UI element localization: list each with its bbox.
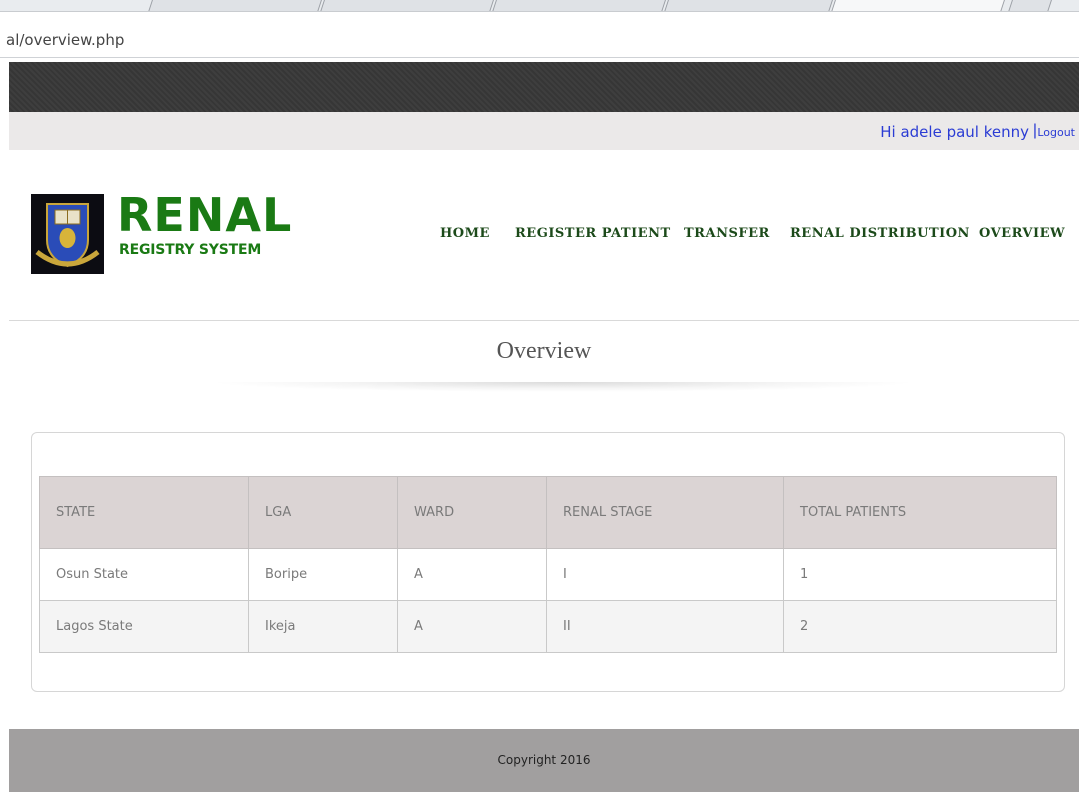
nav-overview[interactable]: OVERVIEW	[979, 226, 1065, 241]
browser-tab-strip	[0, 0, 1079, 12]
cell-ward: A	[397, 600, 547, 653]
browser-tab[interactable]	[664, 0, 833, 11]
browser-tab[interactable]	[320, 0, 494, 11]
cell-state: Lagos State	[39, 600, 249, 653]
header-divider	[9, 320, 1079, 321]
cell-total-patients: 2	[783, 600, 1057, 653]
user-greeting: Hi adele paul kenny	[880, 123, 1029, 141]
copyright-text: Copyright 2016	[497, 753, 591, 767]
header-renal-stage: RENAL STAGE	[546, 476, 784, 549]
nav-renal-distribution[interactable]: RENAL DISTRIBUTION	[790, 226, 970, 241]
url-text[interactable]: al/overview.php	[6, 31, 124, 49]
header-ward: WARD	[397, 476, 547, 549]
main-nav: HOME REGISTER PATIENT TRANSFER RENAL DIS…	[9, 226, 1079, 246]
table-row: Lagos State Ikeja A II 2	[39, 600, 1057, 653]
cell-lga: Boripe	[248, 548, 398, 601]
nav-register-patient[interactable]: REGISTER PATIENT	[515, 226, 671, 241]
new-tab-button[interactable]	[1008, 0, 1052, 11]
browser-tab[interactable]	[492, 0, 666, 11]
table-header-row: STATE LGA WARD RENAL STAGE TOTAL PATIENT…	[39, 476, 1057, 549]
page-title: Overview	[496, 338, 592, 364]
user-bar: Hi adele paul kenny | Logout	[9, 112, 1079, 150]
cell-renal-stage: I	[546, 548, 784, 601]
browser-tab[interactable]	[148, 0, 322, 11]
header-lga: LGA	[248, 476, 398, 549]
overview-table: STATE LGA WARD RENAL STAGE TOTAL PATIENT…	[39, 476, 1057, 653]
title-underline	[207, 382, 919, 392]
address-bar[interactable]: al/overview.php	[0, 12, 1079, 58]
cell-lga: Ikeja	[248, 600, 398, 653]
header-total-patients: TOTAL PATIENTS	[783, 476, 1057, 549]
logout-link[interactable]: Logout	[1037, 126, 1075, 139]
overview-panel: STATE LGA WARD RENAL STAGE TOTAL PATIENT…	[31, 432, 1065, 692]
browser-tab-active[interactable]	[831, 0, 1005, 11]
table-row: Osun State Boripe A I 1	[39, 548, 1057, 601]
cell-ward: A	[397, 548, 547, 601]
header-state: STATE	[39, 476, 249, 549]
page: Hi adele paul kenny | Logout RENAL REGIS…	[9, 62, 1079, 792]
nav-transfer[interactable]: TRANSFER	[684, 226, 770, 241]
nav-home[interactable]: HOME	[440, 226, 490, 241]
cell-state: Osun State	[39, 548, 249, 601]
cell-total-patients: 1	[783, 548, 1057, 601]
footer: Copyright 2016	[9, 729, 1079, 792]
cell-renal-stage: II	[546, 600, 784, 653]
top-banner	[9, 62, 1079, 112]
